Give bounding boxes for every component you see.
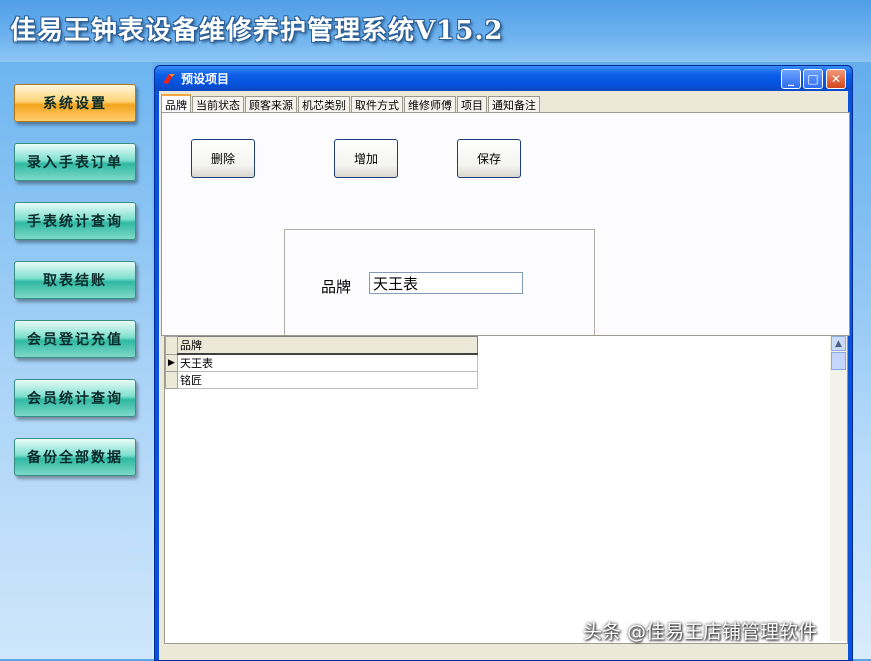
brand-tab-page: 删除 增加 保存 品牌 <box>161 112 850 337</box>
table-row[interactable]: ▶ 天王表 <box>165 353 478 372</box>
maximize-button[interactable]: □ <box>803 69 823 89</box>
window-titlebar[interactable]: 预设项目 _ □ ✕ <box>155 66 852 91</box>
vertical-scrollbar[interactable]: ▲ <box>830 336 847 641</box>
tab-items[interactable]: 项目 <box>457 96 487 112</box>
sidebar-item-system-settings[interactable]: 系统设置 <box>14 84 136 122</box>
close-button[interactable]: ✕ <box>826 69 846 89</box>
row-selector[interactable] <box>165 371 178 389</box>
column-header-brand[interactable]: 品牌 <box>177 336 478 355</box>
grid-table: 品牌 ▶ 天王表 铭匠 <box>165 336 478 389</box>
grid-cell-brand[interactable]: 天王表 <box>177 353 478 372</box>
grid-corner <box>165 336 178 355</box>
table-row[interactable]: 铭匠 <box>165 371 478 389</box>
sidebar-item-backup-all-data[interactable]: 备份全部数据 <box>14 438 136 476</box>
delete-button[interactable]: 删除 <box>191 139 255 178</box>
sidebar-item-pickup-checkout[interactable]: 取表结账 <box>14 261 136 299</box>
brand-form-group: 品牌 <box>284 229 595 337</box>
sidebar-item-member-register-recharge[interactable]: 会员登记充值 <box>14 320 136 358</box>
watermark: 头条 @佳易王店铺管理软件 <box>583 621 818 643</box>
window-app-icon <box>161 71 177 87</box>
brand-label: 品牌 <box>321 278 352 296</box>
tab-strip: 品牌 当前状态 顾客来源 机芯类别 取件方式 维修师傅 项目 通知备注 <box>161 94 541 113</box>
sidebar-item-watch-stats-query[interactable]: 手表统计查询 <box>14 202 136 240</box>
scroll-thumb[interactable] <box>831 352 846 370</box>
minimize-button[interactable]: _ <box>781 69 801 89</box>
current-row-marker[interactable]: ▶ <box>165 353 178 372</box>
add-button[interactable]: 增加 <box>334 139 398 178</box>
grid-header-row: 品牌 <box>165 336 478 355</box>
window-body: 品牌 当前状态 顾客来源 机芯类别 取件方式 维修师傅 项目 通知备注 删除 增… <box>159 91 850 660</box>
app-title: 佳易王钟表设备维修养护管理系统V15.2 <box>10 16 504 46</box>
window-title: 预设项目 <box>181 72 230 86</box>
brand-input[interactable] <box>369 272 523 294</box>
tab-notification-notes[interactable]: 通知备注 <box>488 96 540 112</box>
brand-data-grid: 品牌 ▶ 天王表 铭匠 ▲ <box>164 335 848 644</box>
sidebar-item-enter-watch-order[interactable]: 录入手表订单 <box>14 143 136 181</box>
tab-customer-source[interactable]: 顾客来源 <box>245 96 297 112</box>
grid-cell-brand[interactable]: 铭匠 <box>177 371 478 389</box>
sidebar-item-member-stats-query[interactable]: 会员统计查询 <box>14 379 136 417</box>
tab-repair-technician[interactable]: 维修师傅 <box>404 96 456 112</box>
tab-brand[interactable]: 品牌 <box>161 94 191 113</box>
scroll-up-icon[interactable]: ▲ <box>831 336 846 351</box>
tab-current-status[interactable]: 当前状态 <box>192 96 244 112</box>
save-button[interactable]: 保存 <box>457 139 521 178</box>
preset-items-window: 预设项目 _ □ ✕ 品牌 当前状态 顾客来源 机芯类别 取件方式 维修师傅 项… <box>154 65 853 661</box>
tab-movement-type[interactable]: 机芯类别 <box>298 96 350 112</box>
tab-pickup-method[interactable]: 取件方式 <box>351 96 403 112</box>
